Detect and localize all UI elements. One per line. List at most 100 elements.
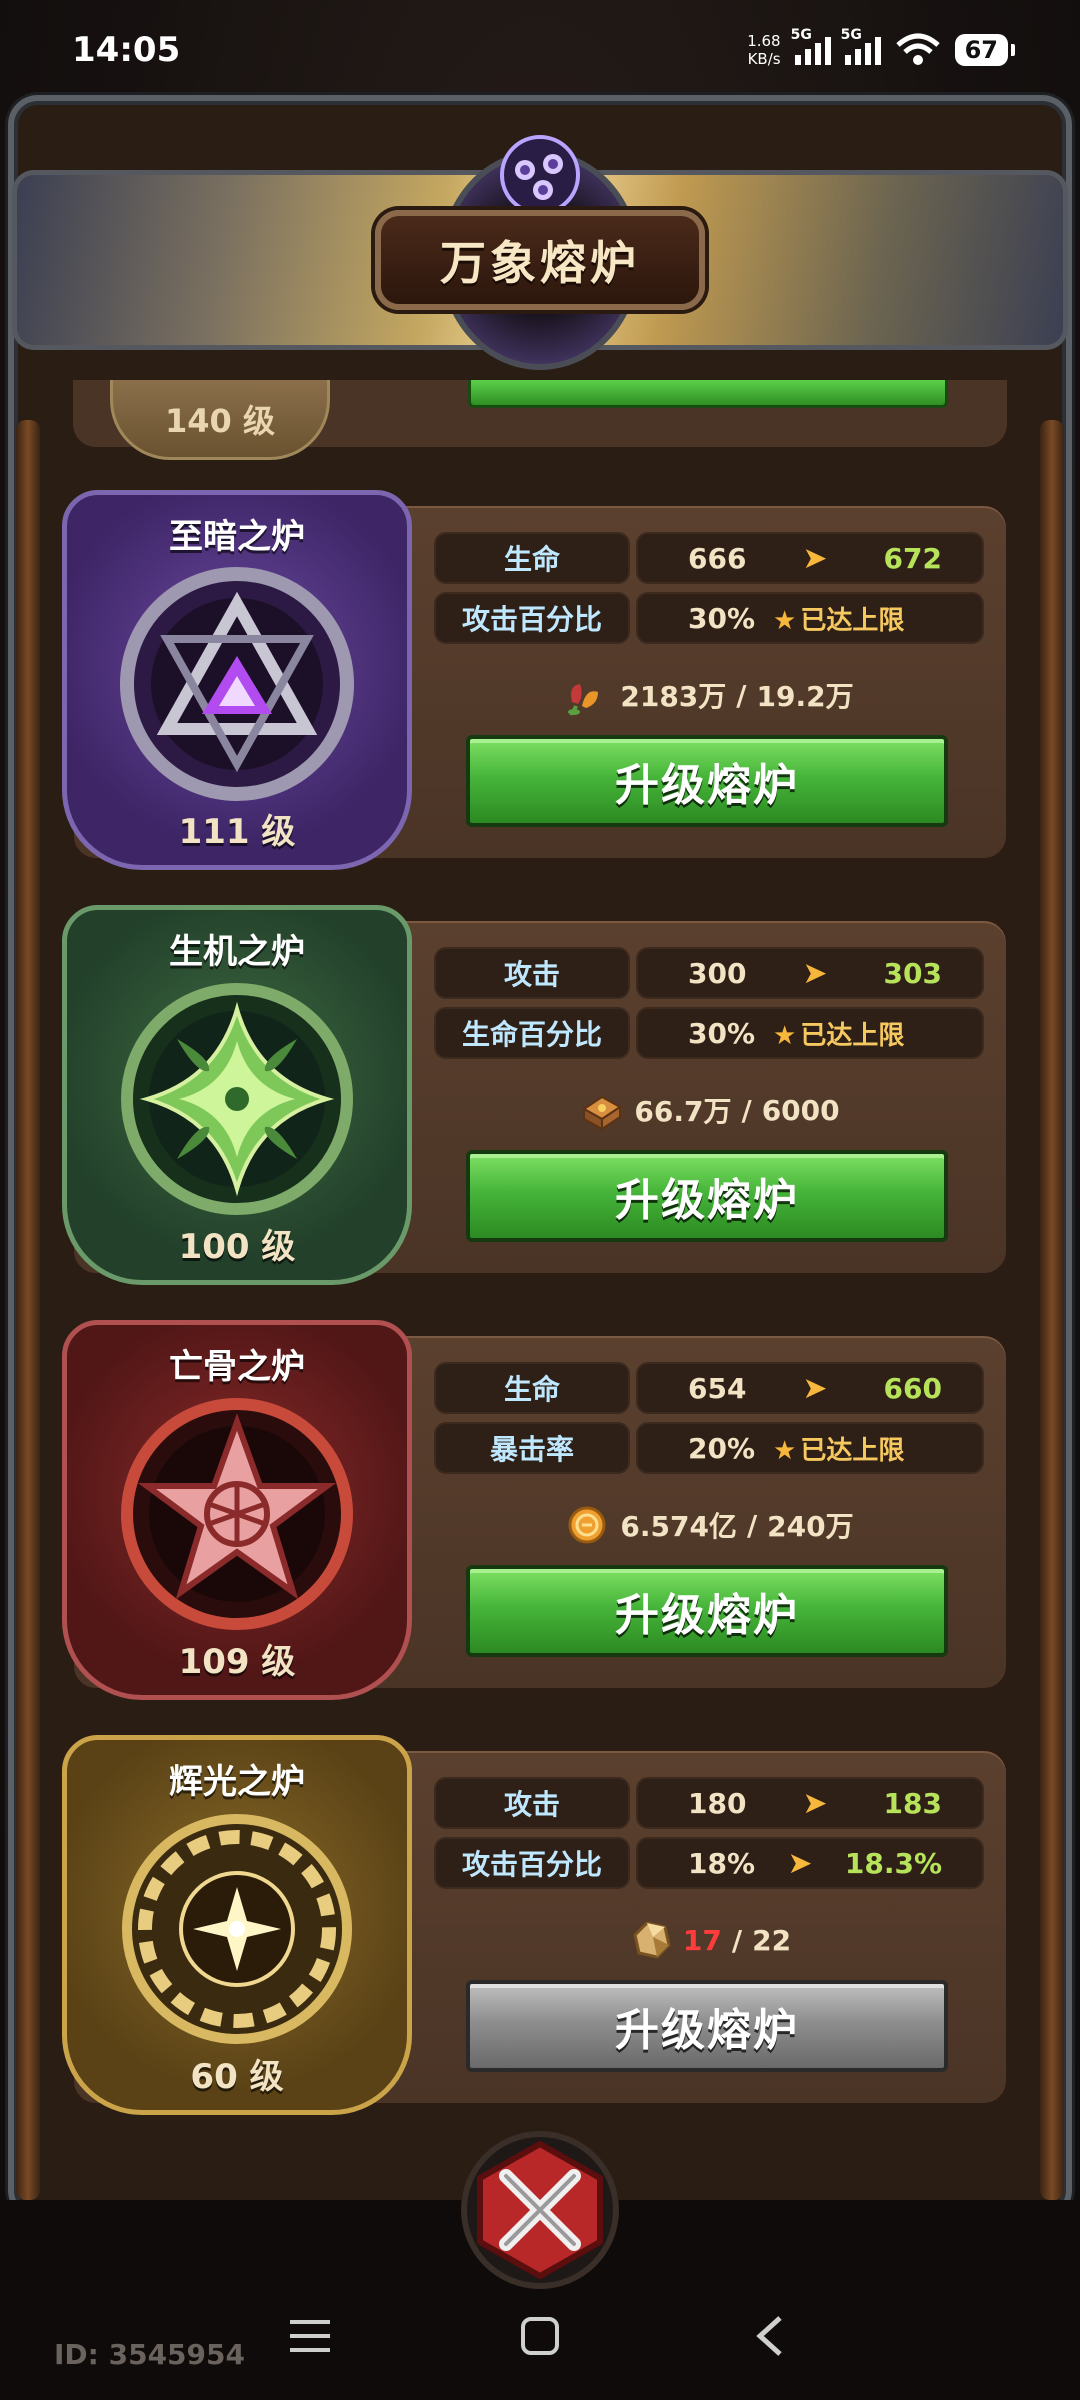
cost-current: 17 xyxy=(682,1923,722,1957)
stat-next: 303 xyxy=(883,956,942,990)
signal-icon: 5G xyxy=(791,27,831,65)
stat-row: 攻击百分比 30% ★ 已达上限 xyxy=(434,592,984,644)
cost-required: 240万 xyxy=(767,1510,854,1543)
partial-forge-badge: 140 级 xyxy=(110,380,330,460)
menu-icon[interactable] xyxy=(290,2318,330,2354)
swirl-icon xyxy=(500,135,580,215)
arrow-right-icon: ➤ xyxy=(802,955,828,991)
star-icon: ★ xyxy=(773,605,797,636)
forge-screen: { "status_bar": { "time": "14:05", "net_… xyxy=(0,0,1080,2400)
stat-row: 生命百分比 30% ★ 已达上限 xyxy=(434,1007,984,1059)
cost-separator: / xyxy=(731,1923,743,1957)
stat-label: 生命百分比 xyxy=(434,1007,630,1059)
arrow-right-icon: ➤ xyxy=(787,1845,813,1881)
stat-label: 生命 xyxy=(434,532,630,584)
cost-row: 2183万 / 19.2万 xyxy=(434,670,984,720)
stat-row: 暴击率 20% ★ 已达上限 xyxy=(434,1422,984,1474)
forge-name: 生机之炉 xyxy=(169,932,305,972)
stat-row: 生命 666 ➤ 672 xyxy=(434,532,984,584)
maxed-badge: ★ 已达上限 xyxy=(773,1015,904,1052)
stat-label: 生命 xyxy=(434,1362,630,1414)
stat-current: 180 xyxy=(688,1786,747,1820)
upgrade-forge-button[interactable]: 升级熔炉 xyxy=(466,1565,948,1657)
forge-badge-bone[interactable]: 亡骨之炉 109 级 xyxy=(62,1320,412,1700)
stat-current: 30% xyxy=(688,601,756,635)
stat-label: 暴击率 xyxy=(434,1422,630,1474)
forge-level: 140 级 xyxy=(165,401,275,440)
cost-separator: / xyxy=(736,678,747,712)
arrow-right-icon: ➤ xyxy=(802,1370,828,1406)
chest-icon xyxy=(582,1095,623,1131)
forge-level: 60 级 xyxy=(190,2057,284,2097)
forge-badge-life[interactable]: 生机之炉 100 级 xyxy=(62,905,412,1285)
maxed-text: 已达上限 xyxy=(800,1435,905,1466)
dark-triangle-emblem-icon xyxy=(120,567,354,801)
star-flower-emblem-icon xyxy=(121,1398,353,1630)
stat-label: 攻击 xyxy=(434,947,630,999)
stat-current: 666 xyxy=(688,541,747,575)
close-x-icon[interactable] xyxy=(460,2130,620,2290)
cost-required: 19.2万 xyxy=(756,680,854,713)
forge-name: 亡骨之炉 xyxy=(169,1347,305,1387)
stat-row: 攻击 180 ➤ 183 xyxy=(434,1777,984,1829)
stat-next: 183 xyxy=(883,1786,942,1820)
stat-value: 30% ★ 已达上限 xyxy=(636,1007,984,1059)
flower-icon xyxy=(568,684,599,716)
ore-icon xyxy=(633,1921,671,1959)
maxed-text: 已达上限 xyxy=(800,1020,905,1051)
stat-value: 180 ➤ 183 xyxy=(636,1777,984,1829)
cost-required: 6000 xyxy=(761,1093,840,1127)
stat-next: 660 xyxy=(883,1371,942,1405)
forge-level: 111 级 xyxy=(178,812,296,852)
stat-label: 攻击 xyxy=(434,1777,630,1829)
cost-current: 66.7万 xyxy=(634,1095,732,1128)
cost-current: 6.574亿 xyxy=(620,1510,737,1543)
upgrade-forge-button-disabled[interactable]: 升级熔炉 xyxy=(466,1980,948,2072)
forge-level: 100 级 xyxy=(178,1227,296,1267)
title-plate: 万象熔炉 xyxy=(375,210,705,310)
forge-name: 辉光之炉 xyxy=(169,1762,305,1802)
arrow-right-icon: ➤ xyxy=(802,540,828,576)
stat-label: 攻击百分比 xyxy=(434,1837,630,1889)
stat-value: 300 ➤ 303 xyxy=(636,947,984,999)
forge-badge-radiance[interactable]: 辉光之炉 60 级 xyxy=(62,1735,412,2115)
maxed-badge: ★ 已达上限 xyxy=(773,1430,904,1467)
forge-badge-dark[interactable]: 至暗之炉 111 级 xyxy=(62,490,412,870)
stat-label: 攻击百分比 xyxy=(434,592,630,644)
upgrade-forge-button[interactable]: 升级熔炉 xyxy=(466,1150,948,1242)
forge-name: 至暗之炉 xyxy=(169,517,305,557)
stat-current: 20% xyxy=(688,1431,756,1465)
stat-value: 30% ★ 已达上限 xyxy=(636,592,984,644)
stat-current: 654 xyxy=(688,1371,747,1405)
status-bar: 14:05 1.68 KB/s 5G 5G 67 xyxy=(0,0,1080,100)
partial-upgrade-button[interactable] xyxy=(468,380,948,408)
stat-current: 300 xyxy=(688,956,747,990)
back-icon[interactable] xyxy=(752,2314,788,2358)
forge-list[interactable]: 140 级 至暗之炉 111 级 生命 666 ➤ 672 攻击百分比 30% … xyxy=(0,380,1080,2120)
arrow-right-icon: ➤ xyxy=(802,1785,828,1821)
coin-icon xyxy=(568,1506,606,1544)
stat-value: 654 ➤ 660 xyxy=(636,1362,984,1414)
star-icon: ★ xyxy=(773,1435,797,1466)
cost-separator: / xyxy=(746,1508,758,1542)
net-speed-value: 1.68 xyxy=(747,32,781,50)
star-icon: ★ xyxy=(773,1020,797,1051)
cost-separator: / xyxy=(741,1093,752,1127)
sun-emblem-icon xyxy=(122,1814,352,2044)
upgrade-forge-button[interactable]: 升级熔炉 xyxy=(466,735,948,827)
cost-row: 6.574亿 / 240万 xyxy=(434,1500,984,1550)
signal-icon-2: 5G xyxy=(841,27,881,65)
stat-current: 30% xyxy=(688,1016,756,1050)
stat-value: 18% ➤ 18.3% xyxy=(636,1837,984,1889)
home-icon[interactable] xyxy=(520,2316,560,2356)
forge-level: 109 级 xyxy=(178,1642,296,1682)
leaf-star-emblem-icon xyxy=(121,983,353,1215)
maxed-badge: ★ 已达上限 xyxy=(773,600,904,637)
stat-value: 20% ★ 已达上限 xyxy=(636,1422,984,1474)
status-time: 14:05 xyxy=(72,30,181,70)
status-icons: 1.68 KB/s 5G 5G 67 xyxy=(747,27,1016,68)
cost-required: 22 xyxy=(752,1923,792,1957)
stat-row: 生命 654 ➤ 660 xyxy=(434,1362,984,1414)
stat-current: 18% xyxy=(688,1846,756,1880)
battery-indicator: 67 xyxy=(954,34,1016,66)
